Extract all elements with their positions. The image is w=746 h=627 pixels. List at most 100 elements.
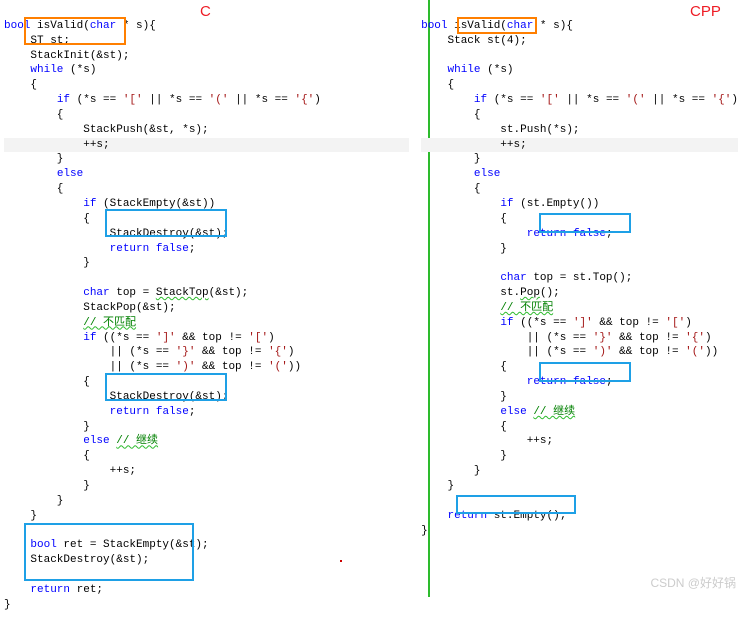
t: {: [4, 450, 90, 462]
t: ret;: [70, 584, 103, 596]
t: ;: [189, 406, 196, 418]
t: {: [421, 79, 454, 91]
t: [421, 510, 447, 522]
t: [421, 228, 527, 240]
t: [149, 243, 156, 255]
t: (*s): [63, 64, 96, 76]
t: [4, 584, 30, 596]
t: StackInit(&st);: [4, 50, 129, 62]
t: if: [57, 94, 70, 106]
t: && top !=: [176, 332, 249, 344]
t: Stack st(: [421, 35, 507, 47]
t: {: [421, 421, 507, 433]
t: top =: [110, 287, 156, 299]
t: ++s;: [4, 465, 136, 477]
t: );: [514, 35, 527, 47]
t: && top !=: [195, 361, 268, 373]
t: char: [83, 287, 109, 299]
t: [4, 64, 30, 76]
t: [421, 272, 500, 284]
t: [4, 243, 110, 255]
t: '[': [540, 94, 560, 106]
t: {: [421, 109, 480, 121]
t: StackPop(&st);: [4, 302, 176, 314]
t: char: [500, 272, 526, 284]
t: ')': [593, 346, 613, 358]
t: || (*s ==: [421, 332, 593, 344]
t: ): [314, 94, 321, 106]
t: ): [288, 346, 295, 358]
t: }: [421, 391, 507, 403]
t: ++s;: [421, 435, 553, 447]
t: else: [500, 406, 526, 418]
t: }: [4, 153, 63, 165]
t: && top !=: [593, 317, 666, 329]
t: [421, 64, 447, 76]
t: // 继续: [116, 435, 158, 447]
watermark-text: CSDN @好好锅: [650, 575, 736, 591]
t: (*s ==: [70, 94, 123, 106]
t: [421, 406, 500, 418]
t: '(': [626, 94, 646, 106]
t: '}': [593, 332, 613, 344]
t: ')': [176, 361, 196, 373]
t: ++s;: [4, 138, 409, 153]
t: }: [421, 480, 454, 492]
t: '[': [123, 94, 143, 106]
highlight-box-orange: [24, 17, 126, 45]
t: }: [421, 153, 480, 165]
t: }: [421, 450, 507, 462]
t: // 不匹配: [500, 302, 553, 314]
t: ++s;: [421, 138, 738, 153]
t: }: [4, 495, 63, 507]
t: || (*s ==: [4, 361, 176, 373]
t: '{': [268, 346, 288, 358]
t: [421, 257, 428, 269]
t: )): [705, 346, 718, 358]
highlight-box-blue: [539, 362, 631, 382]
t: st.: [421, 287, 520, 299]
t: '(': [268, 361, 288, 373]
t: {: [421, 361, 507, 373]
t: || (*s ==: [421, 346, 593, 358]
t: [4, 94, 57, 106]
t: ): [685, 317, 692, 329]
t: Pop: [520, 287, 540, 299]
t: }: [4, 257, 90, 269]
highlight-box-blue: [456, 495, 576, 514]
dot-icon: [340, 560, 342, 562]
t: [4, 287, 83, 299]
t: [4, 569, 11, 581]
t: ): [705, 332, 712, 344]
t: {: [4, 213, 90, 225]
t: (*s ==: [487, 94, 540, 106]
t: else: [83, 435, 109, 447]
highlight-box-blue: [24, 523, 194, 581]
t: {: [4, 109, 63, 121]
code-comparison: C CPP bool isValid(char * s){ ST st; Sta…: [0, 0, 746, 597]
t: ']': [156, 332, 176, 344]
t: false: [156, 406, 189, 418]
t: * s){: [533, 20, 573, 32]
t: }: [4, 480, 90, 492]
t: [4, 168, 57, 180]
t: [421, 317, 500, 329]
t: || (*s ==: [4, 346, 176, 358]
t: {: [421, 213, 507, 225]
t: while: [448, 64, 481, 76]
highlight-box-blue: [105, 209, 227, 237]
t: && top !=: [613, 346, 686, 358]
t: [421, 495, 428, 507]
t: if: [83, 332, 96, 344]
t: bool: [421, 20, 447, 32]
t: ;: [189, 243, 196, 255]
t: }: [4, 421, 90, 433]
t: [4, 435, 83, 447]
t: [4, 317, 83, 329]
t: '(': [685, 346, 705, 358]
t: ((*s ==: [96, 332, 155, 344]
t: top = st.Top();: [527, 272, 633, 284]
t: '}': [176, 346, 196, 358]
t: StackPush(&st, *s);: [4, 124, 209, 136]
t: while: [30, 64, 63, 76]
